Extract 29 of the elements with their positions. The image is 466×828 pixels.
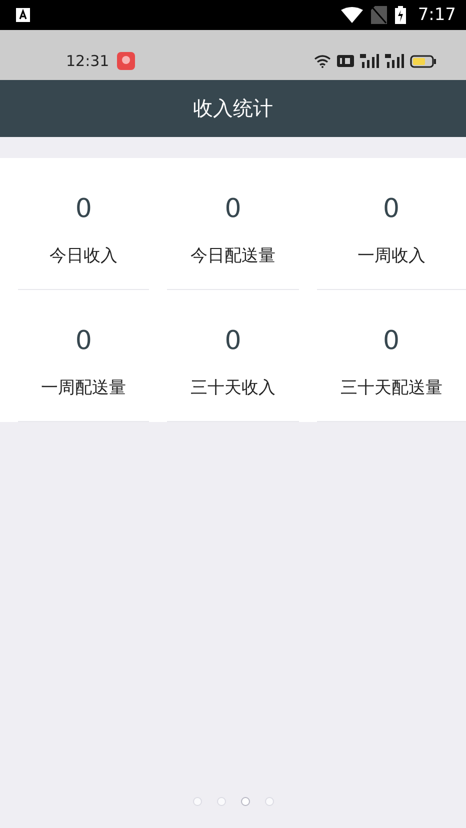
page-dot[interactable]	[240, 797, 250, 806]
app-icon	[117, 52, 136, 70]
stat-label: 三十天配送量	[340, 377, 442, 399]
stat-label: 今日收入	[50, 245, 118, 267]
page-dot[interactable]	[264, 797, 274, 806]
clock-time: 7:17	[418, 5, 456, 25]
stat-label: 一周配送量	[41, 377, 126, 399]
signal-icon	[360, 54, 379, 68]
wifi-icon	[340, 7, 363, 23]
stat-value: 0	[75, 194, 92, 224]
clock-time: 12:31	[66, 52, 110, 70]
hd-icon	[337, 55, 354, 67]
stat-value: 0	[75, 326, 92, 356]
notification-icon	[16, 8, 30, 22]
battery-icon	[410, 54, 436, 68]
stat-label: 今日配送量	[190, 245, 276, 267]
stat-label: 三十天收入	[190, 377, 276, 399]
stat-label: 一周收入	[357, 245, 426, 267]
stat-value: 0	[224, 194, 242, 224]
page-dot[interactable]	[216, 797, 226, 806]
stat-value: 0	[383, 326, 400, 356]
page-title: 收入统计	[193, 95, 273, 122]
no-sim-icon	[370, 6, 387, 24]
page-dot[interactable]	[192, 797, 202, 806]
stat-value: 0	[224, 326, 242, 356]
battery-charging-icon	[394, 6, 406, 24]
signal-icon	[385, 54, 404, 68]
stat-value: 0	[383, 194, 400, 224]
wifi-icon	[314, 54, 331, 68]
